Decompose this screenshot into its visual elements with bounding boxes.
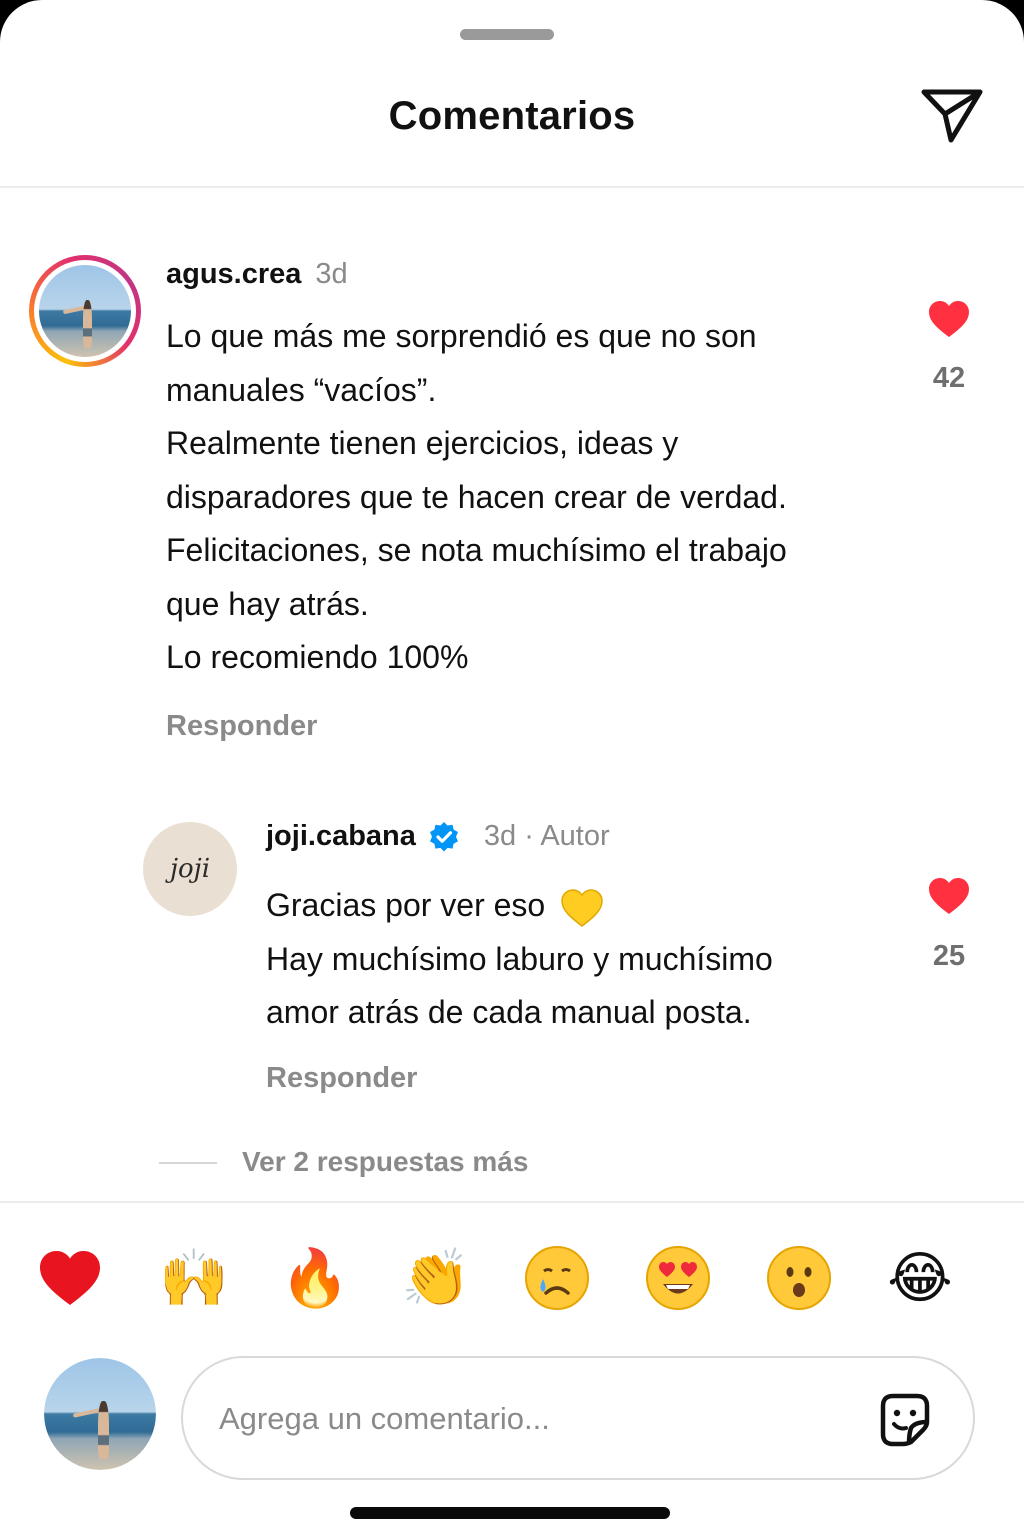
page-title: Comentarios <box>388 94 636 138</box>
avatar-agus-crea[interactable] <box>29 255 141 367</box>
comment-time: 3d <box>315 258 348 290</box>
avatar-photo <box>39 265 131 357</box>
comment-header: agus.crea 3d <box>166 258 348 291</box>
sheet-grabber-handle[interactable] <box>460 29 554 40</box>
fire-emoji-button[interactable]: 🔥 <box>277 1240 353 1316</box>
avatar-joji-cabana[interactable]: joji <box>143 822 237 916</box>
comment-text: Lo que más me sorprendió es que no son m… <box>166 318 787 675</box>
comments-sheet: Comentarios agus.crea 3d Lo que más me s… <box>0 0 1024 1536</box>
raising-hands-emoji-button[interactable]: 🙌 <box>156 1240 232 1316</box>
like-heart-icon[interactable] <box>927 876 971 916</box>
like-count: 42 <box>932 362 966 394</box>
sticker-icon[interactable] <box>875 1390 933 1448</box>
comment-input[interactable] <box>219 1394 859 1444</box>
yellow-heart-emoji <box>561 888 603 927</box>
reply-text-rest: Hay muchísimo laburo y muchísimo amor at… <box>266 940 773 1031</box>
red-heart-emoji-button[interactable] <box>32 1240 108 1316</box>
avatar-logo-text: joji <box>169 854 211 884</box>
send-icon[interactable] <box>918 84 986 146</box>
reply-header: joji.cabana 3d · Autor <box>266 820 610 853</box>
current-user-avatar[interactable] <box>44 1358 156 1470</box>
more-replies-line <box>159 1162 217 1164</box>
like-count: 25 <box>932 940 966 972</box>
reply-text-line1: Gracias por ver eso <box>266 887 546 923</box>
surprised-face-emoji-button[interactable] <box>761 1240 837 1316</box>
comment-composer[interactable] <box>181 1356 975 1480</box>
heart-eyes-emoji-button[interactable] <box>640 1240 716 1316</box>
tears-of-joy-emoji-button[interactable]: 😂 <box>882 1240 958 1316</box>
avatar-photo <box>44 1358 156 1470</box>
clapping-hands-emoji-button[interactable]: 👏 <box>398 1240 474 1316</box>
reply-text: Gracias por ver eso Hay muchísimo laburo… <box>266 879 886 1040</box>
comment-username[interactable]: agus.crea <box>166 258 301 291</box>
reply-username[interactable]: joji.cabana <box>266 820 416 853</box>
home-indicator[interactable] <box>350 1507 670 1519</box>
verified-badge-icon <box>429 821 458 851</box>
view-more-replies-button[interactable]: Ver 2 respuestas más <box>242 1146 528 1178</box>
crying-face-emoji-button[interactable] <box>519 1240 595 1316</box>
footer-divider <box>0 1201 1024 1203</box>
reply-button[interactable]: Responder <box>166 710 317 743</box>
quick-reactions-bar: 🙌 🔥 👏 😂 <box>0 1240 1024 1316</box>
reply-time-author: 3d · Autor <box>483 820 610 852</box>
header-divider <box>0 186 1024 188</box>
like-heart-icon[interactable] <box>927 299 971 339</box>
reply-button[interactable]: Responder <box>266 1062 417 1095</box>
